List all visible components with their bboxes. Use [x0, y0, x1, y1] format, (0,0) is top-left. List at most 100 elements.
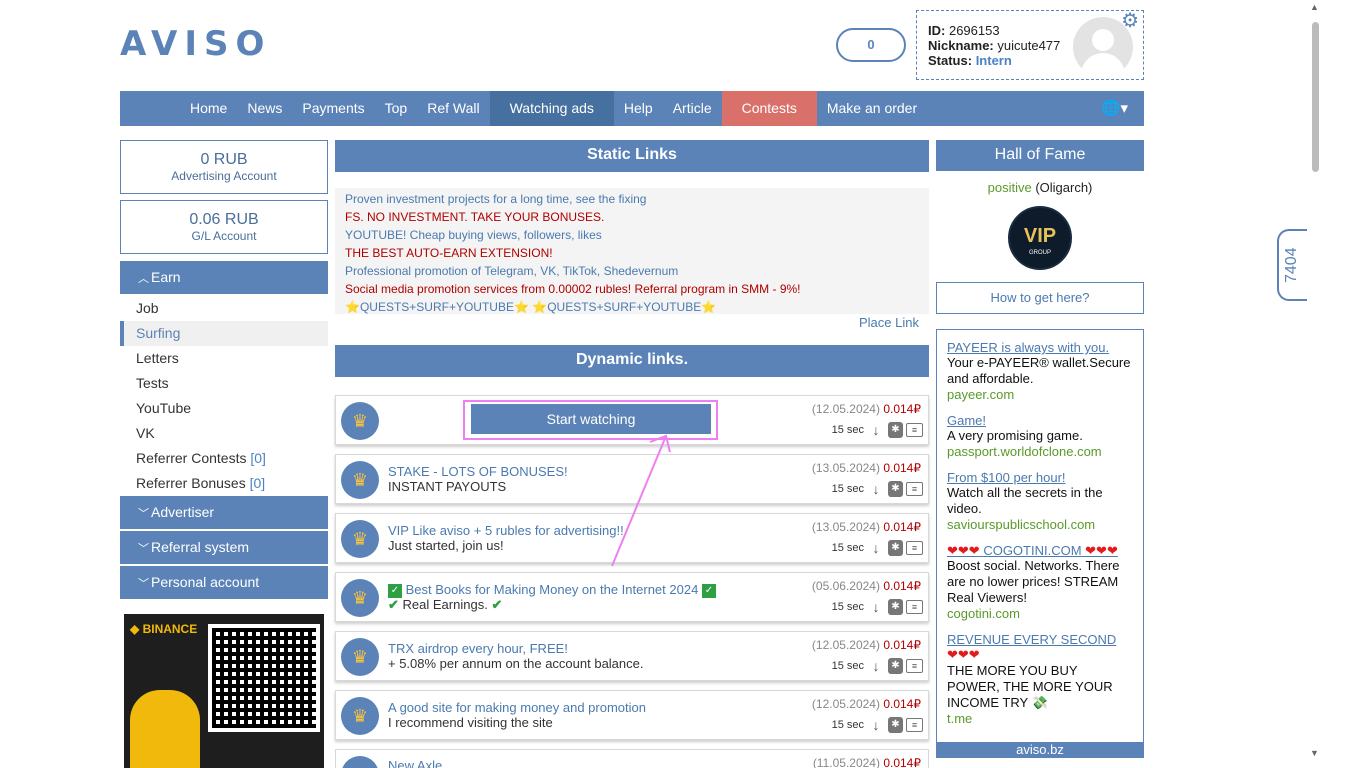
- ad-date: (05.06.2024): [811, 579, 880, 593]
- nav-watching-ads[interactable]: Watching ads: [489, 91, 614, 126]
- nav-top[interactable]: Top: [375, 91, 418, 126]
- how-to-get-here-button[interactable]: How to get here?: [936, 282, 1144, 314]
- static-link[interactable]: ⭐QUESTS+SURF+YOUTUBE⭐ ⭐QUESTS+SURF+YOUTU…: [345, 298, 919, 316]
- sidebar-item-job[interactable]: Job: [120, 296, 328, 321]
- nav-make-order[interactable]: Make an order: [817, 91, 927, 126]
- arrow-down-icon[interactable]: ↓: [867, 480, 885, 498]
- arrow-down-icon[interactable]: ↓: [867, 539, 885, 557]
- scroll-up-icon[interactable]: ▲: [1310, 2, 1319, 12]
- sidebar-item-referrer-contests[interactable]: Referrer Contests [0]: [120, 446, 328, 471]
- promo-item[interactable]: PAYEER is always with you. Your e-PAYEER…: [947, 340, 1133, 403]
- chevron-down-icon: ﹀: [138, 508, 149, 520]
- nav-news[interactable]: News: [237, 91, 292, 126]
- shield-icon[interactable]: ✱: [888, 481, 903, 497]
- shield-icon[interactable]: ✱: [888, 422, 903, 438]
- ad-card[interactable]: ♛ TRX airdrop every hour, FREE! + 5.08% …: [335, 631, 929, 681]
- promo-title[interactable]: PAYEER is always with you.: [947, 340, 1133, 355]
- ad-title[interactable]: ✓ Best Books for Making Money on the Int…: [388, 582, 716, 598]
- promo-url[interactable]: cogotini.com: [947, 606, 1133, 622]
- promo-title[interactable]: From $100 per hour!: [947, 470, 1133, 485]
- nav-article[interactable]: Article: [663, 91, 722, 126]
- place-link[interactable]: Place Link: [859, 315, 919, 330]
- sidebar-item-letters[interactable]: Letters: [120, 346, 328, 371]
- arrow-down-icon[interactable]: ↓: [867, 657, 885, 675]
- shield-icon[interactable]: ✱: [888, 717, 903, 733]
- ad-title[interactable]: STAKE - LOTS OF BONUSES!: [388, 464, 568, 479]
- nav-payments[interactable]: Payments: [292, 91, 374, 126]
- promo-item[interactable]: ❤❤❤ COGOTINI.COM ❤❤❤ Boost social. Netwo…: [947, 543, 1133, 622]
- ad-card[interactable]: ♛ A good site for making money and promo…: [335, 690, 929, 740]
- report-icon[interactable]: ≡: [906, 541, 923, 555]
- globe-icon[interactable]: 🌐▾: [1102, 91, 1128, 126]
- nav-contests[interactable]: Contests: [721, 91, 817, 126]
- report-icon[interactable]: ≡: [906, 718, 923, 732]
- sidebar-item-referrer-bonuses[interactable]: Referrer Bonuses [0]: [120, 471, 328, 496]
- promo-item[interactable]: REVENUE EVERY SECOND ❤❤❤ THE MORE YOU BU…: [947, 632, 1133, 727]
- promo-url[interactable]: t.me: [947, 711, 1133, 727]
- ad-card[interactable]: ♛ ✓ Best Books for Making Money on the I…: [335, 572, 929, 622]
- earn-section-header[interactable]: ︿ Earn: [120, 261, 328, 294]
- arrow-down-icon[interactable]: ↓: [867, 598, 885, 616]
- sidebar-item-tests[interactable]: Tests: [120, 371, 328, 396]
- shield-icon[interactable]: ✱: [888, 599, 903, 615]
- report-icon[interactable]: ≡: [906, 600, 923, 614]
- ad-title[interactable]: VIP Like aviso + 5 rubles for advertisin…: [388, 523, 624, 538]
- ad-timer: 15 sec: [831, 660, 864, 672]
- shield-icon[interactable]: ✱: [888, 540, 903, 556]
- static-link[interactable]: Professional promotion of Telegram, VK, …: [345, 262, 919, 280]
- promo-url[interactable]: payeer.com: [947, 387, 1133, 403]
- advertiser-section-header[interactable]: ﹀ Advertiser: [120, 496, 328, 529]
- ad-title[interactable]: TRX airdrop every hour, FREE!: [388, 641, 568, 656]
- crown-icon: ♛: [341, 756, 379, 768]
- advertising-account[interactable]: 0 RUB Advertising Account: [120, 140, 328, 194]
- gl-account[interactable]: 0.06 RUB G/L Account: [120, 200, 328, 254]
- sidebar-item-youtube[interactable]: YouTube: [120, 396, 328, 421]
- static-link[interactable]: THE BEST AUTO-EARN EXTENSION!: [345, 244, 919, 262]
- static-link[interactable]: Social media promotion services from 0.0…: [345, 280, 919, 298]
- static-link[interactable]: YOUTUBE! Cheap buying views, followers, …: [345, 226, 919, 244]
- nav-help[interactable]: Help: [614, 91, 663, 126]
- personal-section-header[interactable]: ﹀ Personal account: [120, 566, 328, 599]
- site-logo[interactable]: AVISO: [120, 24, 271, 64]
- ad-title[interactable]: A good site for making money and promoti…: [388, 700, 646, 715]
- scroll-down-icon[interactable]: ▼: [1310, 748, 1319, 758]
- report-icon[interactable]: ≡: [906, 423, 923, 437]
- nav-ref-wall[interactable]: Ref Wall: [417, 91, 489, 126]
- ad-card[interactable]: ♛ New Axle (11.05.2024) 0.014₽: [335, 749, 929, 768]
- scrollbar-thumb[interactable]: [1312, 22, 1319, 172]
- promo-title[interactable]: ❤❤❤ COGOTINI.COM ❤❤❤: [947, 543, 1133, 558]
- promo-title[interactable]: Game!: [947, 413, 1133, 428]
- promo-title[interactable]: REVENUE EVERY SECOND: [947, 632, 1133, 647]
- notification-counter[interactable]: 0: [836, 28, 906, 62]
- sidebar-item-surfing[interactable]: Surfing: [120, 321, 328, 346]
- promo-description: Boost social. Networks. There are no low…: [947, 558, 1120, 605]
- hall-of-fame-username[interactable]: positive: [988, 180, 1032, 195]
- check-icon: ✔: [388, 597, 399, 612]
- chevron-down-icon: ﹀: [138, 578, 149, 590]
- binance-banner[interactable]: ◆ BINANCE: [124, 614, 324, 768]
- nav-home[interactable]: Home: [180, 91, 237, 126]
- promo-item[interactable]: From $100 per hour! Watch all the secret…: [947, 470, 1133, 533]
- ad-price: 0.014₽: [883, 579, 921, 593]
- arrow-down-icon[interactable]: ↓: [867, 716, 885, 734]
- static-link[interactable]: FS. NO INVESTMENT. TAKE YOUR BONUSES.: [345, 208, 919, 226]
- referral-section-header[interactable]: ﹀ Referral system: [120, 531, 328, 564]
- ad-timer: 15 sec: [831, 601, 864, 613]
- static-link[interactable]: Proven investment projects for a long ti…: [345, 190, 919, 208]
- aviso-bz-footer[interactable]: aviso.bz: [936, 742, 1144, 758]
- side-counter-tab[interactable]: 7404: [1277, 229, 1307, 301]
- gear-icon[interactable]: ⚙: [1121, 11, 1139, 31]
- coin-graphic: [130, 690, 200, 768]
- scrollbar[interactable]: ▲ ▼: [1307, 0, 1324, 768]
- promo-item[interactable]: Game! A very promising game. passport.wo…: [947, 413, 1133, 460]
- ad-timer: 15 sec: [831, 483, 864, 495]
- chevron-up-icon: ︿: [138, 273, 149, 285]
- promo-url[interactable]: saviourspublicschool.com: [947, 517, 1133, 533]
- report-icon[interactable]: ≡: [906, 482, 923, 496]
- promo-url[interactable]: passport.worldofclone.com: [947, 444, 1133, 460]
- shield-icon[interactable]: ✱: [888, 658, 903, 674]
- sidebar-item-vk[interactable]: VK: [120, 421, 328, 446]
- ad-title[interactable]: New Axle: [388, 758, 442, 768]
- arrow-down-icon[interactable]: ↓: [867, 421, 885, 439]
- report-icon[interactable]: ≡: [906, 659, 923, 673]
